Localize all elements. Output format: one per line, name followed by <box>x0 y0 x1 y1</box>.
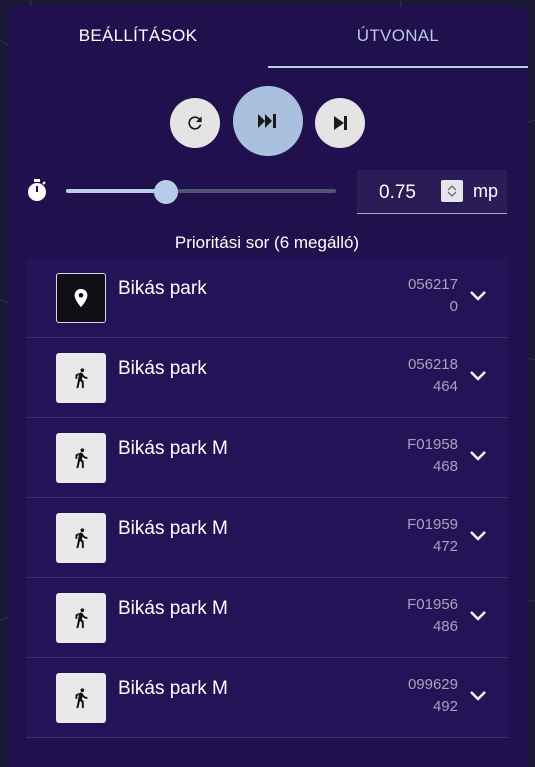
chevron-down-icon[interactable] <box>468 608 488 622</box>
stop-icon-box <box>56 273 106 323</box>
chevron-down-icon[interactable] <box>468 528 488 542</box>
stop-list: Bikás park 056217 0 Bikás park 056218 464 Biká… <box>26 258 508 738</box>
walking-person-icon <box>75 368 88 389</box>
stop-icon-box <box>56 353 106 403</box>
walking-person-icon <box>75 608 88 629</box>
stop-name: Bikás park M <box>118 518 228 539</box>
stop-icon-box <box>56 593 106 643</box>
stop-id: 056217 <box>407 276 458 293</box>
tab-bar: BEÁLLÍTÁSOK ÚTVONAL <box>8 6 528 68</box>
stop-name: Bikás park M <box>118 438 228 459</box>
stop-id: 099629 <box>407 676 458 693</box>
speed-slider-fill <box>66 189 166 193</box>
stop-time: 468 <box>432 458 458 475</box>
stop-row[interactable]: Bikás park M F01959 472 <box>26 498 508 578</box>
restart-icon <box>188 116 202 130</box>
stop-code: F01956 486 <box>407 594 458 638</box>
stop-icon-box <box>56 673 106 723</box>
speed-field[interactable]: 0.75 mp <box>357 170 507 214</box>
speed-unit: mp <box>473 181 499 201</box>
tab-settings[interactable]: BEÁLLÍTÁSOK <box>8 6 268 66</box>
speed-slider-thumb[interactable] <box>153 180 178 204</box>
stop-name: Bikás park <box>118 278 207 299</box>
stop-id: F01958 <box>407 436 458 453</box>
queue-title: Prioritási sor (6 megálló) <box>26 228 508 259</box>
stop-row[interactable]: Bikás park M F01956 486 <box>26 578 508 658</box>
timer-icon <box>28 179 46 201</box>
stop-name: Bikás park M <box>118 598 228 619</box>
skip-next-button[interactable] <box>315 98 365 148</box>
skip-next-icon <box>334 116 347 130</box>
stop-name: Bikás park <box>118 358 207 379</box>
speed-value[interactable]: 0.75 <box>379 182 416 204</box>
stop-id: 056218 <box>407 356 458 373</box>
route-panel: BEÁLLÍTÁSOK ÚTVONAL 0.75 mp Prioritási s… <box>8 6 528 767</box>
stop-code: F01959 472 <box>407 514 458 558</box>
stop-name: Bikás park M <box>118 678 228 699</box>
stop-time: 486 <box>432 618 458 635</box>
tab-route[interactable]: ÚTVONAL <box>268 6 528 68</box>
stop-row[interactable]: Bikás park 056217 0 <box>26 258 508 338</box>
stop-time: 464 <box>432 378 458 395</box>
speed-stepper[interactable] <box>441 180 463 202</box>
stop-row[interactable]: Bikás park 056218 464 <box>26 338 508 418</box>
stop-time: 0 <box>449 298 458 315</box>
chevron-down-icon[interactable] <box>468 288 488 302</box>
stop-time: 472 <box>432 538 458 555</box>
stop-id: F01956 <box>407 596 458 613</box>
stop-icon-box <box>56 433 106 483</box>
stop-icon-box <box>56 513 106 563</box>
stop-code: F01958 468 <box>407 434 458 478</box>
stop-time: 492 <box>432 698 458 715</box>
stop-id: F01959 <box>407 516 458 533</box>
chevron-down-icon[interactable] <box>468 448 488 462</box>
chevron-down-icon[interactable] <box>468 688 488 702</box>
walking-person-icon <box>75 448 88 469</box>
restart-button[interactable] <box>170 98 220 148</box>
stop-code: 056217 0 <box>408 274 458 318</box>
chevron-down-icon[interactable] <box>468 368 488 382</box>
stop-code: 056218 464 <box>408 354 458 398</box>
fast-forward-icon <box>258 114 276 128</box>
location-pin-icon <box>74 288 88 308</box>
stop-row[interactable]: Bikás park M 099629 492 <box>26 658 508 738</box>
stop-code: 099629 492 <box>408 674 458 718</box>
fast-forward-button[interactable] <box>233 86 303 156</box>
walking-person-icon <box>75 688 88 709</box>
stop-row[interactable]: Bikás park M F01958 468 <box>26 418 508 498</box>
walking-person-icon <box>75 528 88 549</box>
speed-slider-track[interactable] <box>66 189 336 193</box>
stepper-down-icon[interactable] <box>447 191 457 197</box>
